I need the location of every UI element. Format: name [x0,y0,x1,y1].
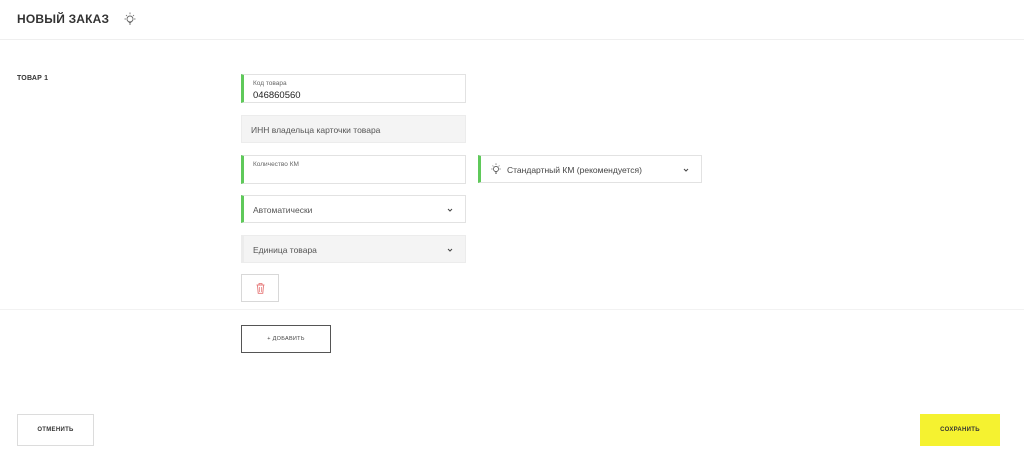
add-product-button[interactable]: + ДОБАВИТЬ [241,325,331,353]
divider [0,309,1024,310]
mode-value: Автоматически [253,205,313,215]
km-type-value: Стандартный КМ (рекомендуется) [507,165,642,175]
quantity-km-field[interactable]: Количество КМ [241,155,466,184]
chevron-down-icon [447,208,453,212]
page-header: НОВЫЙ ЗАКАЗ [0,0,1024,40]
lightbulb-icon [491,163,501,174]
km-type-select[interactable]: Стандартный КМ (рекомендуется) [478,155,702,183]
section-label: ТОВАР 1 [17,75,49,82]
chevron-down-icon [683,168,689,172]
inn-placeholder: ИНН владельца карточки товара [251,125,381,135]
unit-placeholder: Единица товара [253,245,317,255]
product-code-caption: Код товара [253,80,287,87]
page-title: НОВЫЙ ЗАКАЗ [17,12,110,26]
delete-product-button[interactable] [241,274,279,302]
inn-field[interactable]: ИНН владельца карточки товара [241,115,466,143]
trash-icon [256,283,265,294]
chevron-down-icon [447,248,453,252]
save-button[interactable]: СОХРАНИТЬ [920,414,1000,446]
product-code-field[interactable]: Код товара 046860560 [241,74,466,103]
cancel-button[interactable]: ОТМЕНИТЬ [17,414,94,446]
unit-select[interactable]: Единица товара [241,235,466,263]
product-code-value: 046860560 [253,90,301,101]
quantity-km-caption: Количество КМ [253,161,299,168]
lightbulb-icon[interactable] [123,11,137,27]
mode-select[interactable]: Автоматически [241,195,466,223]
